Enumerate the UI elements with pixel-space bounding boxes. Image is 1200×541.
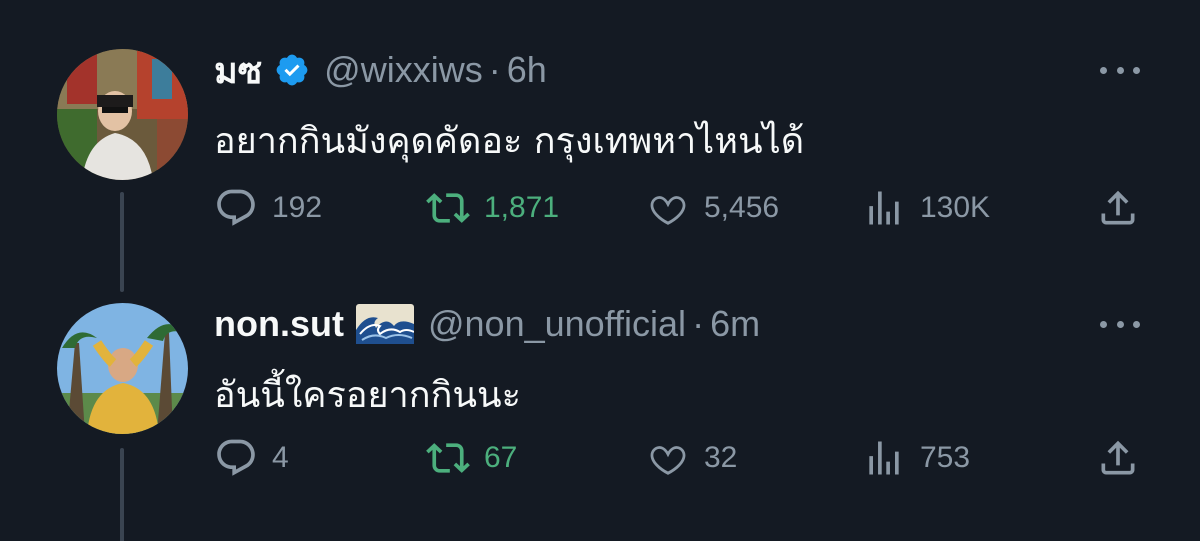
tweet-thread: มซ @wixxiws · 6h อยากกินมังคุดคัดอะ กรุง… (0, 0, 1200, 541)
user-handle[interactable]: @wixxiws (324, 49, 483, 91)
like-count: 32 (704, 441, 738, 474)
retweet-count: 1,871 (484, 191, 560, 224)
retweet-button[interactable]: 1,871 (426, 186, 559, 230)
views-count: 753 (920, 441, 971, 474)
reply-button[interactable]: 4 (214, 436, 289, 480)
tweet-text: อันนี้ใครอยากกินนะ (214, 375, 521, 416)
avatar[interactable] (57, 49, 188, 180)
reply-count: 4 (272, 441, 289, 474)
tweet-header: มซ @wixxiws · 6h (214, 48, 547, 92)
separator-dot: · (488, 49, 501, 90)
share-button[interactable] (1096, 186, 1140, 230)
retweet-button[interactable]: 67 (426, 436, 517, 480)
like-count: 5,456 (704, 191, 780, 224)
more-options-icon[interactable] (1100, 314, 1140, 334)
thread-line (120, 192, 124, 292)
like-button[interactable]: 5,456 (646, 186, 779, 230)
display-name[interactable]: non.sut (214, 303, 344, 345)
share-button[interactable] (1096, 436, 1140, 480)
views-count: 130K (920, 191, 991, 224)
tweet-actions: 4 67 32 753 (214, 436, 1200, 480)
views-chart-icon (869, 441, 899, 475)
avatar-photo (57, 49, 188, 180)
avatar[interactable] (57, 303, 188, 434)
retweet-count: 67 (484, 441, 518, 474)
tweet-text: อยากกินมังคุดคัดอะ กรุงเทพหาไหนได้ (214, 121, 805, 162)
user-handle[interactable]: @non_unofficial (428, 303, 686, 345)
reply-icon (217, 189, 255, 226)
views-button[interactable]: 753 (862, 436, 970, 480)
timestamp[interactable]: 6h (507, 49, 547, 91)
like-button[interactable]: 32 (646, 436, 737, 480)
retweet-icon (426, 443, 470, 473)
display-name[interactable]: มซ (214, 42, 262, 99)
timestamp[interactable]: 6m (710, 303, 760, 345)
verified-badge-icon (274, 52, 310, 88)
reply-count: 192 (272, 191, 323, 224)
tweet-header: non.sut @non_unofficial · 6m (214, 302, 760, 346)
reply-button[interactable]: 192 (214, 186, 322, 230)
reply-icon (217, 439, 255, 476)
separator-dot: · (692, 303, 705, 344)
share-icon (1101, 440, 1135, 475)
views-chart-icon (869, 191, 899, 225)
heart-icon (650, 196, 686, 225)
views-button[interactable]: 130K (862, 186, 990, 230)
share-icon (1101, 190, 1135, 225)
retweet-icon (426, 193, 470, 223)
heart-icon (650, 446, 686, 475)
tweet-actions: 192 1,871 5,456 130K (214, 186, 1200, 230)
avatar-photo (57, 303, 188, 434)
more-options-icon[interactable] (1100, 60, 1140, 80)
wave-emoji-icon (355, 304, 415, 344)
thread-line (120, 448, 124, 541)
